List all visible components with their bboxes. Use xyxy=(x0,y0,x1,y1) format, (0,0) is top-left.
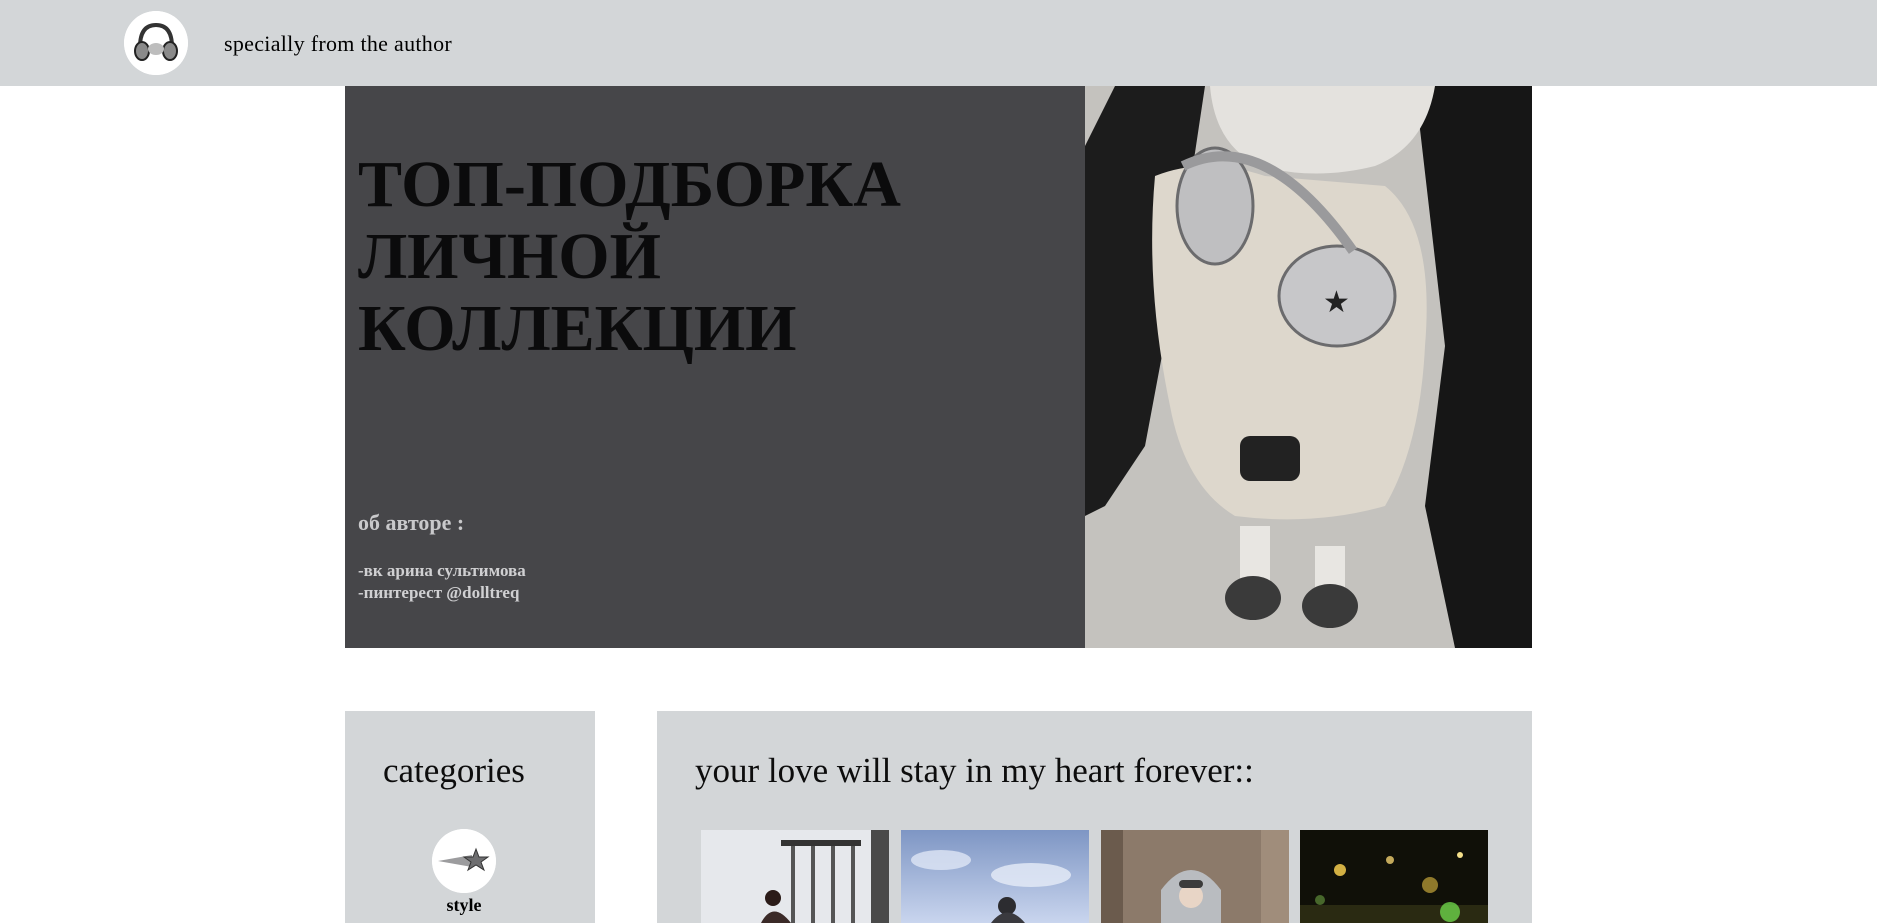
headphones-girl-icon xyxy=(124,11,188,75)
hero-photo: ★ xyxy=(1085,86,1532,648)
gallery-thumb-2[interactable] xyxy=(901,830,1089,923)
love-panel: your love will stay in my heart forever:… xyxy=(657,711,1532,923)
gallery-thumb-4[interactable] xyxy=(1300,830,1488,923)
about-pinterest-link[interactable]: -пинтерест @dolltreq xyxy=(358,583,519,603)
about-vk-link[interactable]: -вк арина сультимова xyxy=(358,561,526,581)
girl-with-headphones-photo: ★ xyxy=(1085,86,1532,648)
about-label: об авторе : xyxy=(358,510,465,535)
photo-night-lights xyxy=(1300,830,1488,923)
gallery-thumb-3[interactable] xyxy=(1101,830,1289,923)
gallery-thumb-1[interactable] xyxy=(701,830,889,923)
hero-text-panel: ТОП-ПОДБОРКА ЛИЧНОЙ КОЛЛЕКЦИИ об авторе … xyxy=(345,86,1085,648)
svg-text:★: ★ xyxy=(1323,286,1350,319)
love-heading: your love will stay in my heart forever:… xyxy=(695,751,1254,790)
photo-blue-sky xyxy=(901,830,1089,923)
site-title: specially from the author xyxy=(224,31,453,56)
photo-snow-fence xyxy=(701,830,889,923)
categories-heading: categories xyxy=(383,751,525,790)
hero-title: ТОП-ПОДБОРКА ЛИЧНОЙ КОЛЛЕКЦИИ xyxy=(358,148,901,365)
categories-panel: categories style xyxy=(345,711,595,923)
category-style[interactable]: style xyxy=(432,829,496,916)
star-trail-icon xyxy=(432,829,496,893)
category-label: style xyxy=(446,895,482,915)
photo-brick-wall-girl xyxy=(1101,830,1289,923)
author-avatar[interactable] xyxy=(124,11,188,75)
top-header: specially from the author xyxy=(0,0,1877,86)
